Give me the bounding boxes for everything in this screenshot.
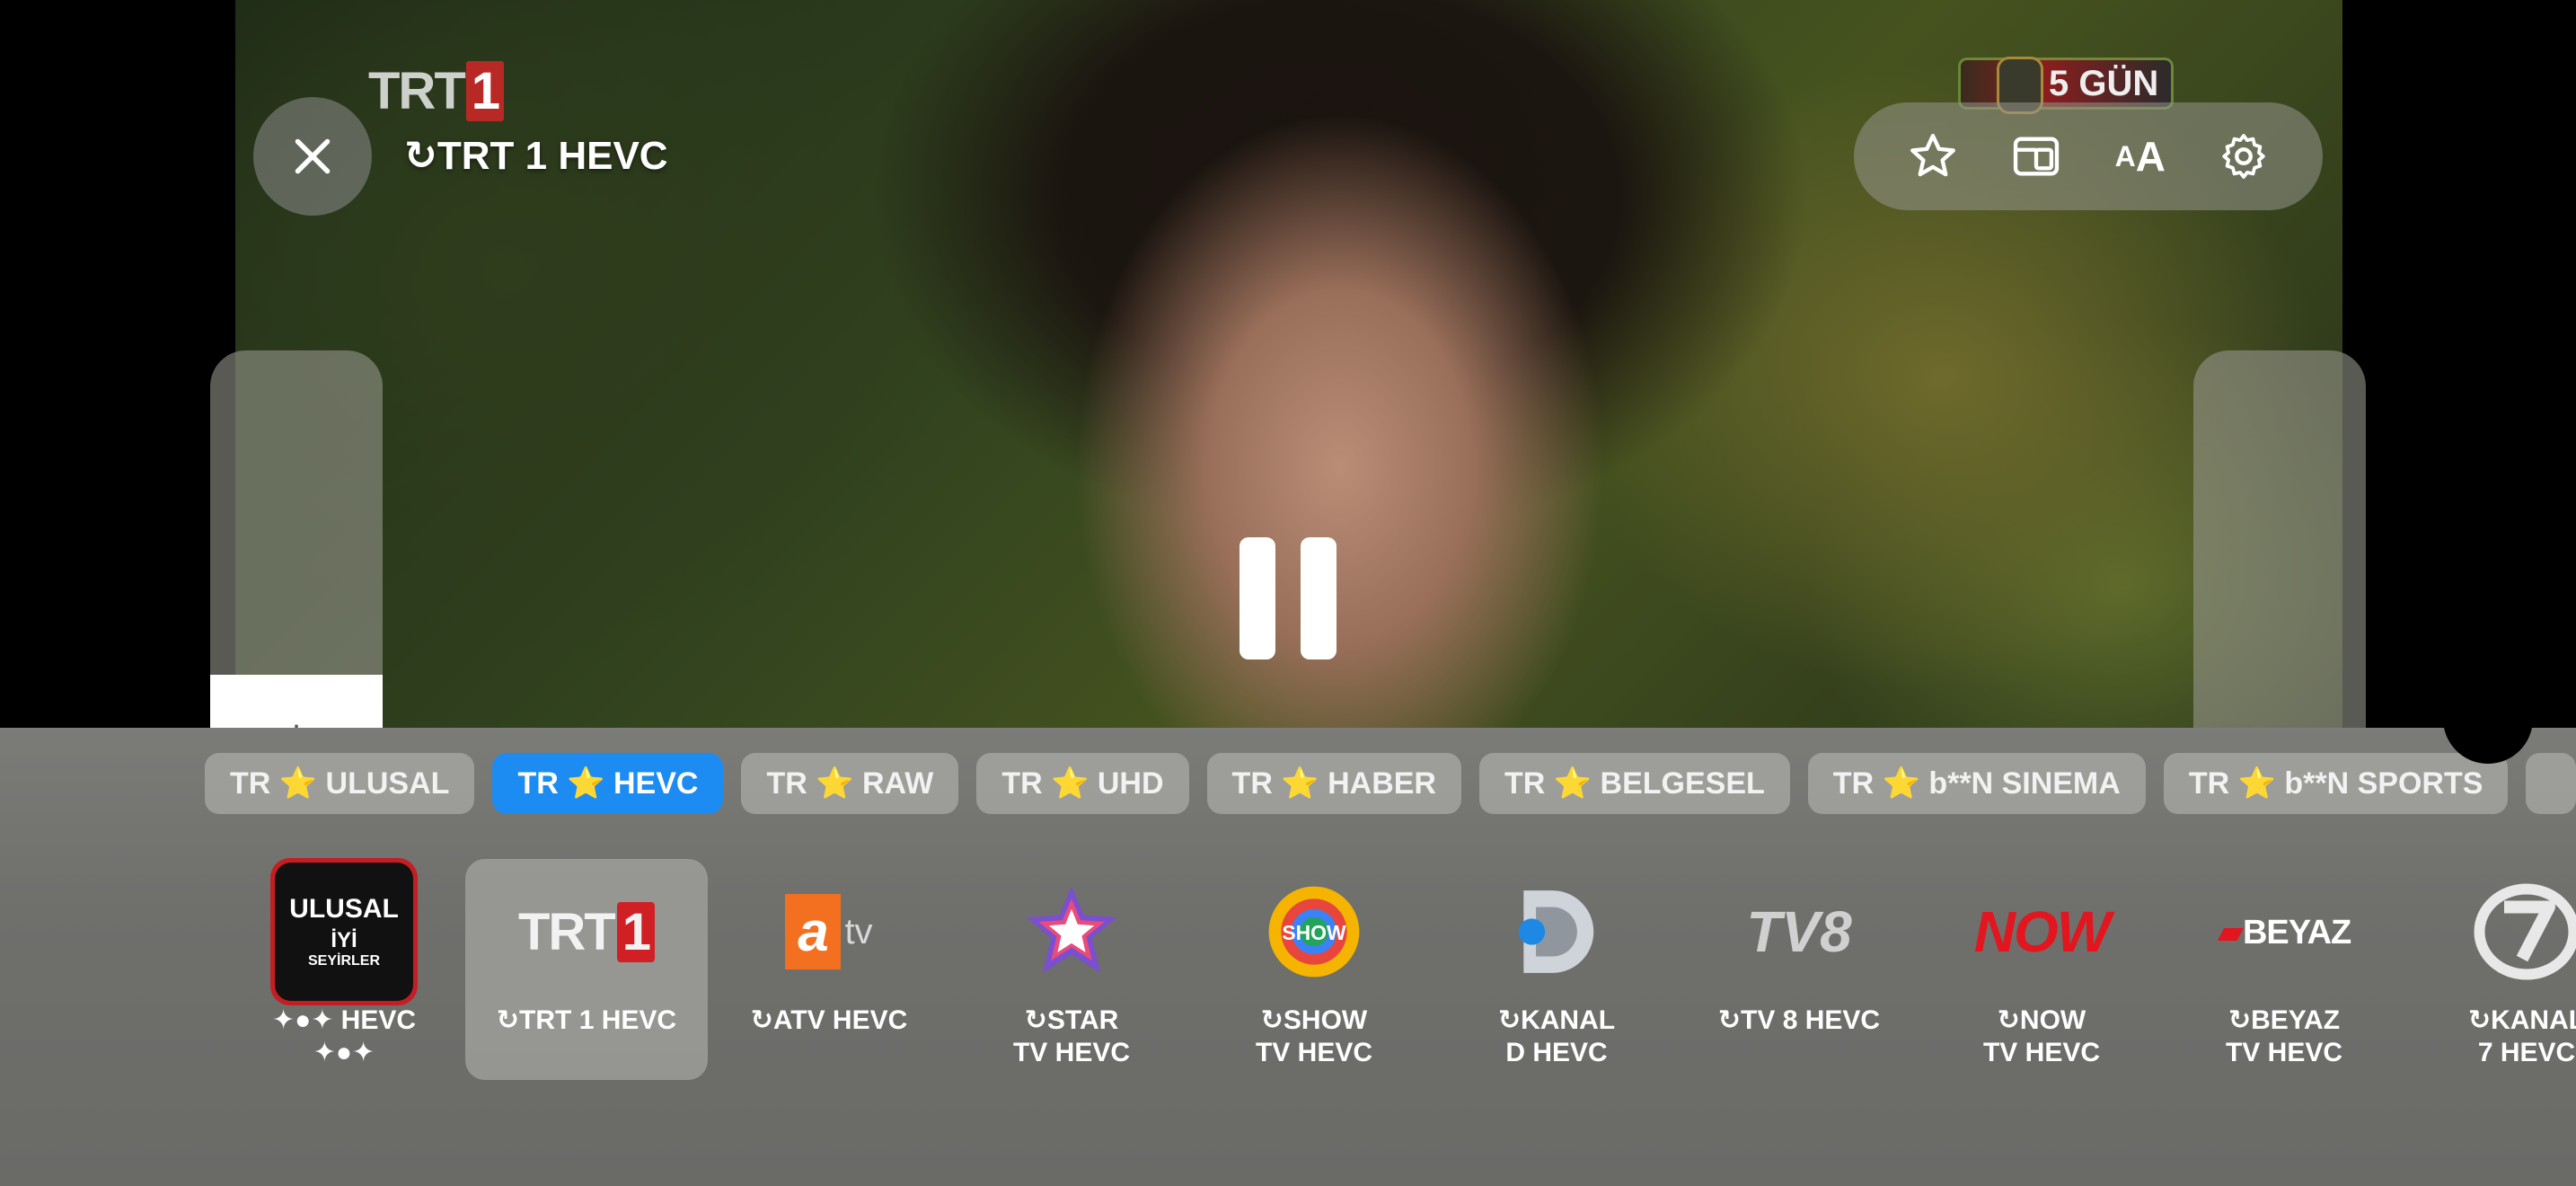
category-tab[interactable]: TR ⭐ ULUSAL [205,753,475,814]
channel-logo [1480,859,1633,1005]
kanal-d-logo [1518,890,1594,973]
channel-label: ↻STAR TV HEVC [1012,1005,1131,1067]
channel-logo: ▰BEYAZ [2208,859,2360,1005]
channel-watermark: TRT 1 [368,61,505,121]
channel-list: ULUSAL İYİ SEYİRLER ✦●✦ HEVC ✦●✦ TRT 1 ↻TRT 1 … [223,858,2576,1080]
channel-label: ↻KANAL 7 HEVC [2467,1005,2576,1067]
ulusal-logo: ULUSAL İYİ SEYİRLER [270,858,418,1005]
atv-logo: a tv [785,894,873,969]
svg-text:SHOW: SHOW [1282,921,1346,944]
channel-label: ↻BEYAZ TV HEVC [2225,1005,2343,1067]
channel-panel: TR ⭐ ULUSAL TR ⭐ HEVC TR ⭐ RAW TR ⭐ UHD TR ⭐… [0,728,2576,1186]
channel-item[interactable]: NOW ↻NOW TV HEVC [1920,859,2163,1080]
channel-logo: TRT 1 [510,859,663,1005]
channel-label: ✦●✦ HEVC ✦●✦ [271,1005,417,1067]
now-logo: NOW [1973,899,2111,964]
category-tabs: TR ⭐ ULUSAL TR ⭐ HEVC TR ⭐ RAW TR ⭐ UHD TR ⭐… [205,753,2576,814]
channel-item[interactable]: ↻KANAL 7 HEVC [2405,859,2576,1080]
channel-title: ↻TRT 1 HEVC [404,134,668,178]
category-tab-overflow[interactable] [2526,753,2576,814]
channel-item[interactable]: TRT 1 ↻TRT 1 HEVC [465,859,708,1080]
channel-item[interactable]: ↻STAR TV HEVC [950,859,1193,1080]
star-icon [1910,133,1955,177]
channel-logo: TV8 [1723,859,1875,1005]
channel-item[interactable]: ULUSAL İYİ SEYİRLER ✦●✦ HEVC ✦●✦ [223,858,465,1080]
volume-slider[interactable] [2193,350,2366,746]
channel-item[interactable]: a tv ↻ATV HEVC [708,859,950,1080]
picture-in-picture-icon [2014,137,2060,176]
settings-button[interactable] [2208,120,2280,192]
gear-icon [2222,134,2265,179]
category-tab[interactable]: TR ⭐ b**N SPORTS [2163,753,2509,814]
pip-button[interactable] [2000,120,2072,192]
pause-bar-right [1301,537,1337,659]
pause-button[interactable] [1239,537,1337,659]
player-toolbar: AA [1854,102,2323,210]
category-tab[interactable]: TR ⭐ RAW [741,753,959,814]
channel-label: ↻NOW TV HEVC [1982,1005,2101,1067]
close-icon [295,138,331,174]
channel-item[interactable]: TV8 ↻TV 8 HEVC [1678,859,1920,1080]
text-size-button[interactable]: AA [2104,120,2176,192]
channel-logo [995,859,1148,1005]
channel-item[interactable]: ↻KANAL D HEVC [1435,859,1678,1080]
channel-label: ↻SHOW TV HEVC [1255,1005,1373,1067]
channel-label: ↻KANAL D HEVC [1497,1005,1616,1067]
channel-logo: NOW [1965,859,2118,1005]
category-tab[interactable]: TR ⭐ UHD [976,753,1189,814]
channel-item[interactable]: ▰BEYAZ ↻BEYAZ TV HEVC [2163,859,2405,1080]
category-tab[interactable]: TR ⭐ HABER [1206,753,1461,814]
channel-logo: SHOW [1238,859,1390,1005]
trt1-logo: TRT 1 [518,901,655,962]
star-tv-logo [1026,886,1117,973]
channel-logo [2450,859,2576,1005]
category-tab[interactable]: TR ⭐ b**N SINEMA [1807,753,2146,814]
category-tab[interactable]: TR ⭐ BELGESEL [1479,753,1790,814]
channel-item[interactable]: SHOW ↻SHOW TV HEVC [1193,859,1435,1080]
category-tab[interactable]: TR ⭐ HEVC [492,753,724,814]
kanal-7-logo [2474,883,2576,980]
show-tv-logo: SHOW [1268,886,1360,978]
channel-label: ↻TRT 1 HEVC [496,1005,677,1035]
pause-bar-left [1239,537,1275,659]
channel-label: ↻TV 8 HEVC [1717,1005,1881,1035]
tv8-logo: TV8 [1746,899,1852,964]
channel-logo: ULUSAL İYİ SEYİRLER [268,858,420,1005]
beyaz-tv-logo: ▰BEYAZ [2217,913,2352,951]
brightness-slider[interactable] [210,350,383,746]
channel-label: ↻ATV HEVC [750,1005,908,1035]
close-button[interactable] [253,97,372,216]
favorite-button[interactable] [1897,120,1969,192]
channel-logo: a tv [753,859,905,1005]
